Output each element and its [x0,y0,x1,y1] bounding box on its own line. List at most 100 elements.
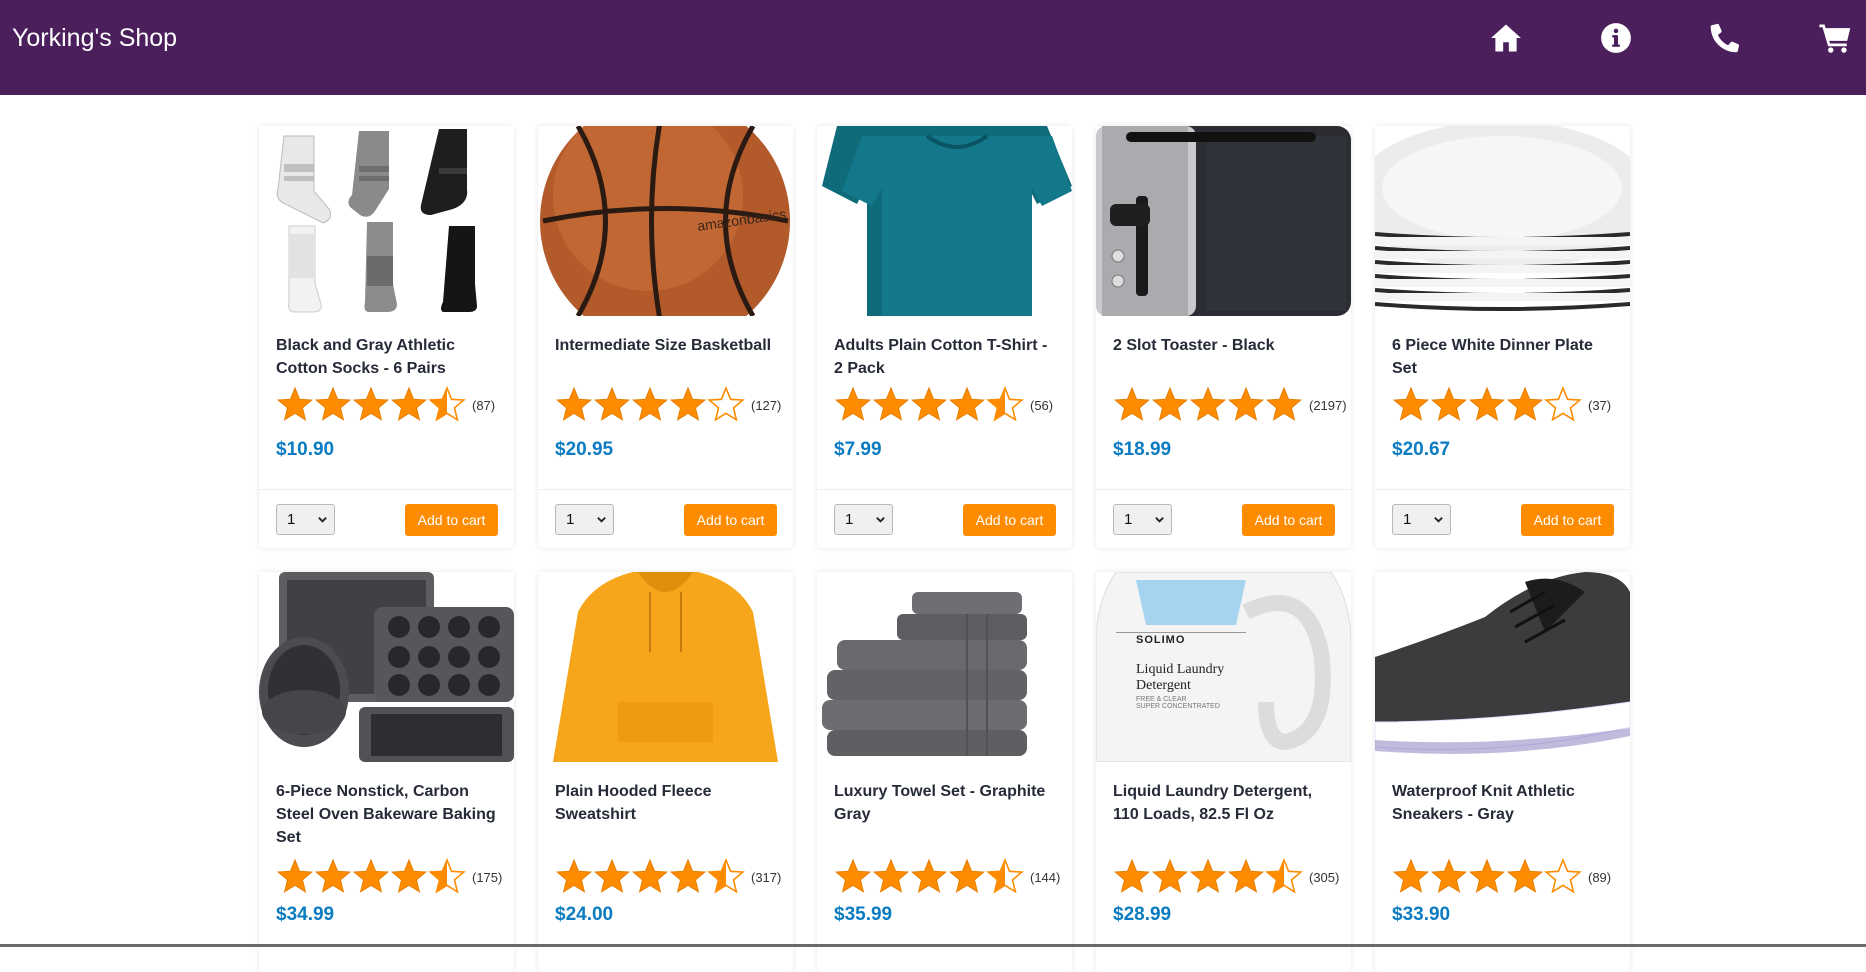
product-card: Black and Gray Athletic Cotton Socks - 6… [259,126,514,548]
star-icon [986,385,1024,429]
star-icon [707,385,745,429]
top-navbar: Yorking's Shop [0,0,1866,95]
star-icon [910,858,948,901]
home-icon[interactable] [1484,18,1528,58]
product-name[interactable]: Intermediate Size Basketball [555,334,780,357]
product-name[interactable]: Waterproof Knit Athletic Sneakers - Gray [1392,780,1617,826]
product-price: $18.99 [1113,439,1172,460]
star-icon [986,857,1024,901]
product-price: $28.99 [1113,904,1172,925]
product-price: $20.95 [555,439,614,460]
product-card: Luxury Towel Set - Graphite Gray (144) $3… [817,572,1072,972]
card-divider [538,489,793,490]
star-icon [1189,858,1227,901]
add-to-cart-button[interactable]: Add to cart [1521,504,1614,536]
product-image-hoodie [538,572,793,762]
star-icon [1227,858,1265,901]
product-image-sneakers [1375,572,1630,762]
product-grid: Black and Gray Athletic Cotton Socks - 6… [259,126,1630,972]
add-to-cart-button[interactable]: Add to cart [1242,504,1335,536]
label-line: Liquid Laundry [1136,662,1225,677]
product-card: 6 Piece White Dinner Plate Set (37) $20.67… [1375,126,1630,548]
add-to-cart-button[interactable]: Add to cart [684,504,777,536]
star-icon [428,385,466,429]
product-name[interactable]: Plain Hooded Fleece Sweatshirt [555,780,780,826]
quantity-select[interactable]: 1 [555,504,614,535]
rating-stars [834,857,1024,901]
product-image-bakeware [259,572,514,762]
star-icon [593,386,631,429]
review-count: (87) [472,397,496,413]
star-icon [1430,386,1468,429]
star-icon [1468,386,1506,429]
rating-stars [1113,386,1303,429]
star-icon [555,386,593,429]
star-icon [631,858,669,901]
info-icon[interactable] [1594,18,1638,58]
review-count: (37) [1588,397,1612,413]
star-icon [352,386,390,429]
product-name[interactable]: Liquid Laundry Detergent, 110 Loads, 82.… [1113,780,1338,826]
quantity-value: 1 [566,511,575,528]
product-price: $10.90 [276,439,335,460]
product-name[interactable]: Black and Gray Athletic Cotton Socks - 6… [276,334,501,380]
product-price: $7.99 [834,439,882,460]
review-count: (127) [751,397,782,413]
quantity-select[interactable]: 1 [1113,504,1172,535]
cart-icon[interactable] [1813,18,1857,58]
product-card: SOLIMO Liquid Laundry Detergent FREE & CLEA… [1096,572,1351,972]
product-name[interactable]: 6 Piece White Dinner Plate Set [1392,334,1617,380]
label-line: Detergent [1136,678,1191,693]
product-image-towels [817,572,1072,762]
card-divider [817,489,1072,490]
star-icon [1265,857,1303,901]
quantity-value: 1 [1124,511,1133,528]
star-icon [910,386,948,429]
star-icon [631,386,669,429]
shop-title[interactable]: Yorking's Shop [12,24,177,53]
star-icon [1113,858,1151,901]
star-icon [1544,385,1582,429]
product-rating: (37) [1392,385,1627,429]
star-icon [707,857,745,901]
product-rating: (89) [1392,857,1627,901]
rating-stars [834,385,1024,429]
rating-stars [555,385,745,429]
add-to-cart-button[interactable]: Add to cart [405,504,498,536]
card-divider [1375,489,1630,490]
product-name[interactable]: 2 Slot Toaster - Black [1113,334,1338,357]
product-price: $35.99 [834,904,893,925]
star-icon [428,857,466,901]
product-card: amazonbasics Intermediate Size Basketbal… [538,126,793,548]
star-icon [948,386,986,429]
product-card: 6-Piece Nonstick, Carbon Steel Oven Bake… [259,572,514,972]
label-line: SUPER CONCENTRATED [1136,703,1220,710]
review-count: (144) [1030,869,1061,885]
product-image-socks [259,126,514,316]
quantity-select[interactable]: 1 [1392,504,1451,535]
phone-icon[interactable] [1703,18,1747,58]
product-name[interactable]: Luxury Towel Set - Graphite Gray [834,780,1059,826]
product-image-toaster [1096,126,1351,316]
product-rating: (56) [834,385,1069,429]
review-count: (175) [472,869,503,885]
label-line: FREE & CLEAR [1136,696,1187,703]
star-icon [1151,386,1189,429]
product-rating: (175) [276,857,511,901]
star-icon [1189,386,1227,429]
product-rating: (127) [555,385,790,429]
quantity-select[interactable]: 1 [276,504,335,535]
star-icon [314,858,352,901]
quantity-select[interactable]: 1 [834,504,893,535]
product-name[interactable]: Adults Plain Cotton T-Shirt - 2 Pack [834,334,1059,380]
add-to-cart-button[interactable]: Add to cart [963,504,1056,536]
product-image-tshirt [817,126,1072,316]
star-icon [872,858,910,901]
star-icon [669,386,707,429]
review-count: (56) [1030,397,1054,413]
star-icon [276,858,314,901]
product-name[interactable]: 6-Piece Nonstick, Carbon Steel Oven Bake… [276,780,501,849]
star-icon [1151,858,1189,901]
star-icon [1468,858,1506,901]
star-icon [1430,858,1468,901]
